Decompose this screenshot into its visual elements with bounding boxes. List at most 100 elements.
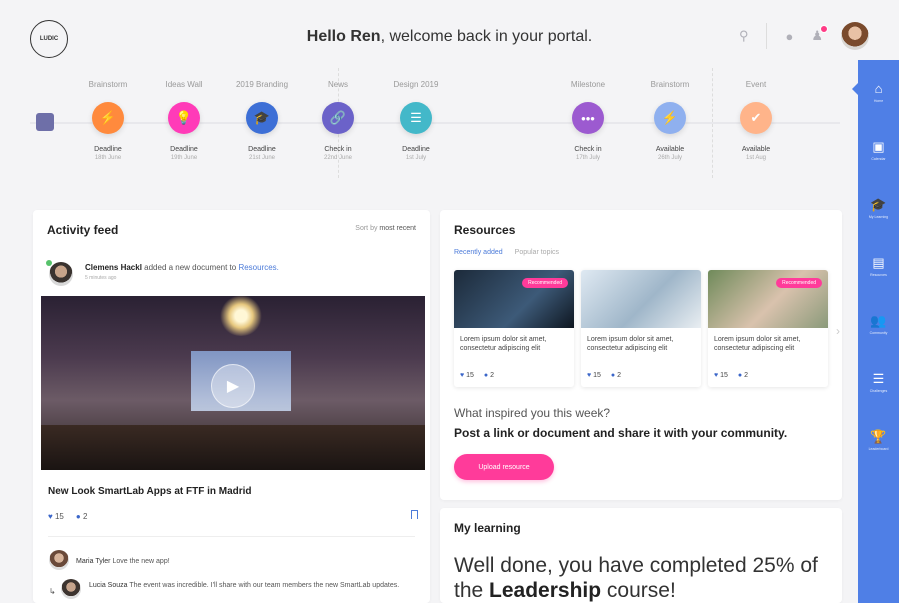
comment-author[interactable]: Maria Tyler xyxy=(76,558,111,565)
timeline-item-icon[interactable]: ☰ xyxy=(400,102,432,134)
timeline-item-status: Deadline xyxy=(248,146,276,153)
post-author-avatar[interactable] xyxy=(49,262,73,286)
timeline-item[interactable]: Milestone ••• Check in 17th July xyxy=(548,80,628,161)
sidebar-item[interactable]: ▣ Calendar xyxy=(858,140,899,162)
resource-image xyxy=(581,270,701,328)
comment-icon: ● xyxy=(737,372,743,379)
chat-icon[interactable]: ● xyxy=(785,29,793,44)
like-button[interactable]: ♥ 15 xyxy=(587,372,601,379)
online-indicator xyxy=(46,260,52,266)
notification-bell-icon[interactable]: ♟ xyxy=(811,25,828,44)
timeline-item-title: Brainstorm xyxy=(88,80,128,89)
resource-card[interactable]: Recommended Lorem ipsum dolor sit amet, … xyxy=(708,270,828,387)
sidebar-item[interactable]: ☰ Challenges xyxy=(858,371,899,394)
comment-author[interactable]: Lucia Souza xyxy=(89,582,128,589)
post-stats: ♥ 15 ● 2 xyxy=(48,512,87,521)
comment-button[interactable]: ● 2 xyxy=(484,372,494,379)
timeline-item-status: Check in xyxy=(574,146,602,153)
toolbar-divider xyxy=(766,23,768,49)
like-button[interactable]: ♥ 15 xyxy=(48,512,64,521)
course-name[interactable]: Leadership xyxy=(489,579,601,602)
timeline-item-icon[interactable]: 💡 xyxy=(168,102,200,134)
comment-button[interactable]: ● 2 xyxy=(76,512,88,521)
timeline-item[interactable]: Design 2019 ☰ Deadline 1st July xyxy=(376,80,456,161)
timeline-item[interactable]: News 🔗 Check in 22nd June xyxy=(298,80,378,161)
resources-link[interactable]: Resources. xyxy=(238,263,278,272)
greeting-name: Hello Ren xyxy=(306,28,381,45)
post-author-name[interactable]: Clemens Hackl xyxy=(85,263,142,272)
chandelier xyxy=(219,296,263,336)
comment-button[interactable]: ● 2 xyxy=(611,372,621,379)
timeline-item-title: News xyxy=(327,80,348,89)
timeline-item-title: Event xyxy=(745,80,767,89)
user-avatar[interactable] xyxy=(841,22,869,50)
activity-feed-card: Activity feed Sort by most recent Clemen… xyxy=(33,210,430,603)
community-icon: 👥 xyxy=(870,313,887,328)
sidebar-item[interactable]: ▤ Resources xyxy=(858,256,899,278)
comment-count: 2 xyxy=(490,372,494,379)
timeline-item-date: 26th July xyxy=(657,155,682,161)
resources-card: Resources Recently added Popular topics … xyxy=(440,210,842,500)
timeline-item[interactable]: Brainstorm ⚡ Deadline 18th June xyxy=(68,80,148,161)
heart-icon: ♥ xyxy=(460,372,465,379)
timeline-item-title: Design 2019 xyxy=(393,80,439,89)
chevron-right-icon[interactable]: › xyxy=(836,324,840,338)
sort-value[interactable]: most recent xyxy=(379,225,416,232)
timeline-item-icon[interactable]: ✔ xyxy=(740,102,772,134)
comment-button[interactable]: ● 2 xyxy=(738,372,748,379)
notification-dot xyxy=(820,25,828,33)
tab-popular-topics[interactable]: Popular topics xyxy=(515,249,559,256)
timeline-item-status: Available xyxy=(655,146,685,153)
post-title[interactable]: New Look SmartLab Apps at FTF in Madrid xyxy=(48,486,252,497)
sort-control[interactable]: Sort by most recent xyxy=(355,225,416,232)
reply-arrow-icon: ↳ xyxy=(49,587,56,596)
my-learning-title: My learning xyxy=(454,521,521,535)
timeline-item-icon[interactable]: ••• xyxy=(572,102,604,134)
list-icon: ☰ xyxy=(872,371,885,386)
bookmark-icon[interactable] xyxy=(411,510,418,519)
sidebar-item-label: Community xyxy=(869,331,888,335)
resource-card[interactable]: Recommended Lorem ipsum dolor sit amet, … xyxy=(454,270,574,387)
timeline-start-marker[interactable] xyxy=(36,113,54,131)
sidebar-item-label: My Learning xyxy=(868,215,889,219)
timeline-item-icon[interactable]: ⚡ xyxy=(92,102,124,134)
resource-card[interactable]: Lorem ipsum dolor sit amet, consectetur … xyxy=(581,270,701,387)
timeline-item[interactable]: Ideas Wall 💡 Deadline 19th June xyxy=(144,80,224,161)
sidebar-item-label: Resources xyxy=(870,273,887,277)
recommended-badge: Recommended xyxy=(522,278,568,288)
share-prompt-cta: Post a link or document and share it wit… xyxy=(454,426,788,440)
commenter-avatar[interactable] xyxy=(49,550,69,570)
timeline-item-title: Brainstorm xyxy=(650,80,690,89)
timeline-item[interactable]: Brainstorm ⚡ Available 26th July xyxy=(630,80,710,161)
comment-icon: ● xyxy=(75,512,81,521)
sidebar-item[interactable]: ⌂ Home xyxy=(858,82,899,104)
timeline-item-icon[interactable]: ⚡ xyxy=(654,102,686,134)
post-action-text: added a new document to xyxy=(141,263,239,272)
timeline-item-date: 19th June xyxy=(170,155,198,161)
resource-stats: ♥ 15 ● 2 xyxy=(587,372,621,379)
timeline-item[interactable]: 2019 Branding 🎓 Deadline 21st June xyxy=(222,80,302,161)
commenter-avatar[interactable] xyxy=(61,579,81,599)
sidebar-item[interactable]: 🏆 Leaderboard xyxy=(858,430,899,452)
tab-recently-added[interactable]: Recently added xyxy=(454,249,503,256)
timeline-item-icon[interactable]: 🎓 xyxy=(246,102,278,134)
timeline-item[interactable]: Event ✔ Available 1st Aug xyxy=(716,80,796,161)
sidebar-item[interactable]: 👥 Community xyxy=(858,313,899,336)
timeline: Brainstorm ⚡ Deadline 18th June Ideas Wall 💡 D… xyxy=(30,68,840,180)
comment-text: Love the new app! xyxy=(110,558,170,565)
like-button[interactable]: ♥ 15 xyxy=(460,372,474,379)
search-icon[interactable]: ⚲ xyxy=(739,28,749,44)
timeline-item-status: Deadline xyxy=(170,146,198,153)
like-button[interactable]: ♥ 15 xyxy=(714,372,728,379)
post-video-thumbnail[interactable]: ▶ xyxy=(41,296,425,470)
sidebar-item-label: Leaderboard xyxy=(868,447,889,451)
recommended-badge: Recommended xyxy=(776,278,822,288)
timeline-item-icon[interactable]: 🔗 xyxy=(322,102,354,134)
sidebar-item[interactable]: 🎓 My Learning xyxy=(858,198,899,220)
post-timestamp: 5 minutes ago xyxy=(85,275,117,281)
play-icon[interactable]: ▶ xyxy=(211,364,255,408)
like-count: 15 xyxy=(593,372,601,379)
timeline-item-date: 1st Aug xyxy=(745,155,766,161)
upload-resource-button[interactable]: Upload resource xyxy=(454,454,554,480)
like-count: 15 xyxy=(54,512,64,521)
